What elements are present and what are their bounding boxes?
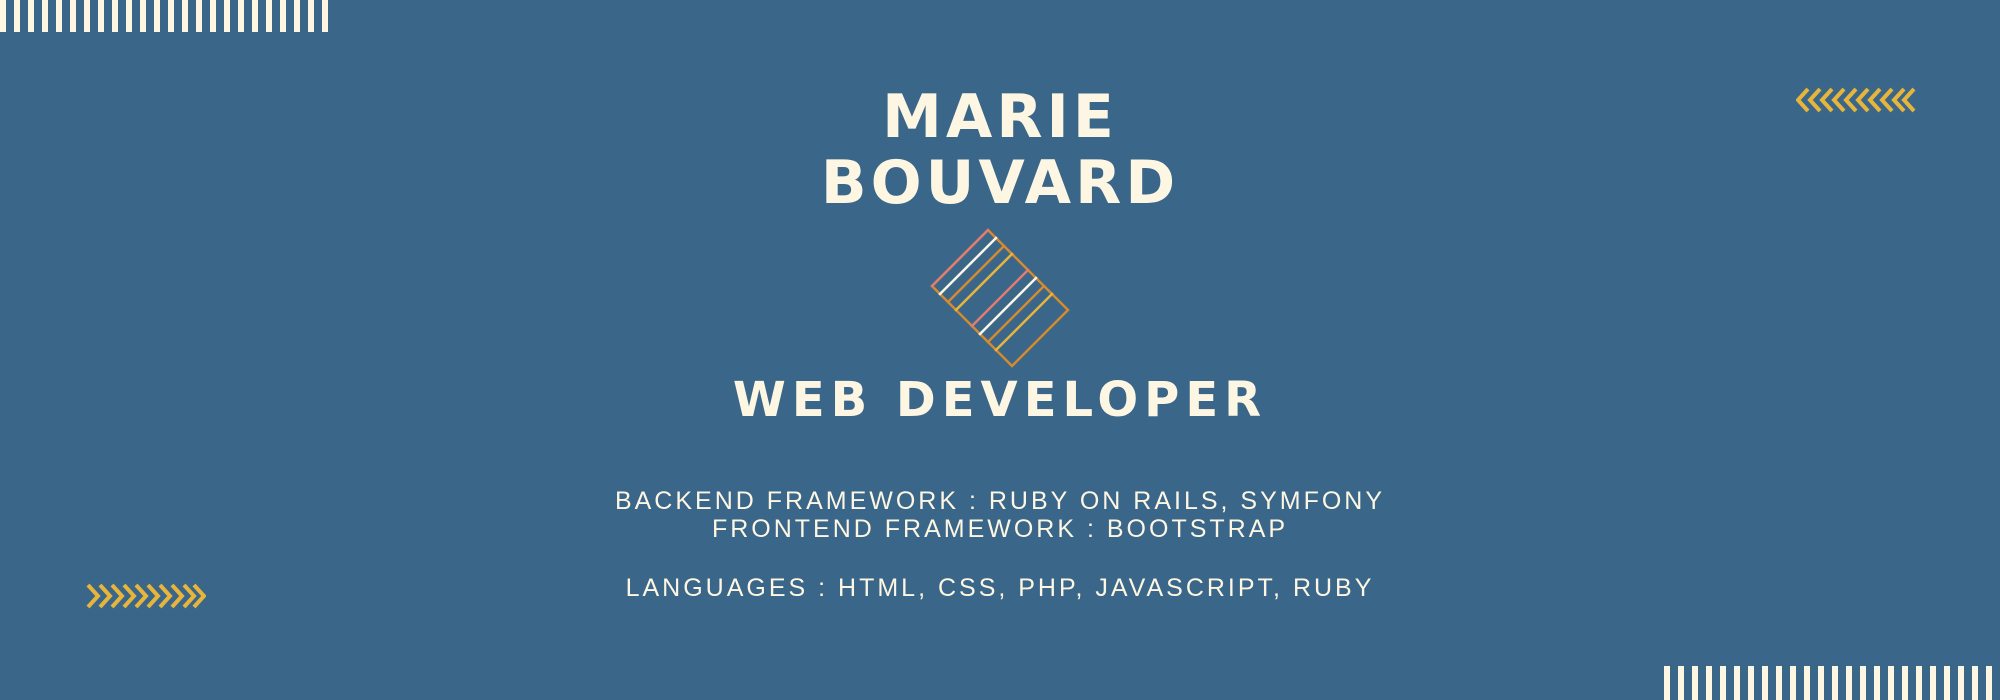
first-name: MARIE (882, 82, 1118, 152)
top-left-stripes-decoration (0, 0, 336, 32)
job-title: WEB DEVELOPER (732, 372, 1268, 428)
last-name: BOUVARD (820, 148, 1180, 218)
bottom-right-stripes-decoration (1664, 666, 2000, 700)
frontend-framework-text: FRONTEND FRAMEWORK : BOOTSTRAP (711, 515, 1289, 543)
languages-text: LANGUAGES : HTML, CSS, PHP, JAVASCRIPT, … (625, 574, 1375, 602)
striped-diamond-emblem (930, 228, 1070, 368)
backend-framework-text: BACKEND FRAMEWORK : RUBY ON RAILS, SYMFO… (614, 487, 1386, 515)
